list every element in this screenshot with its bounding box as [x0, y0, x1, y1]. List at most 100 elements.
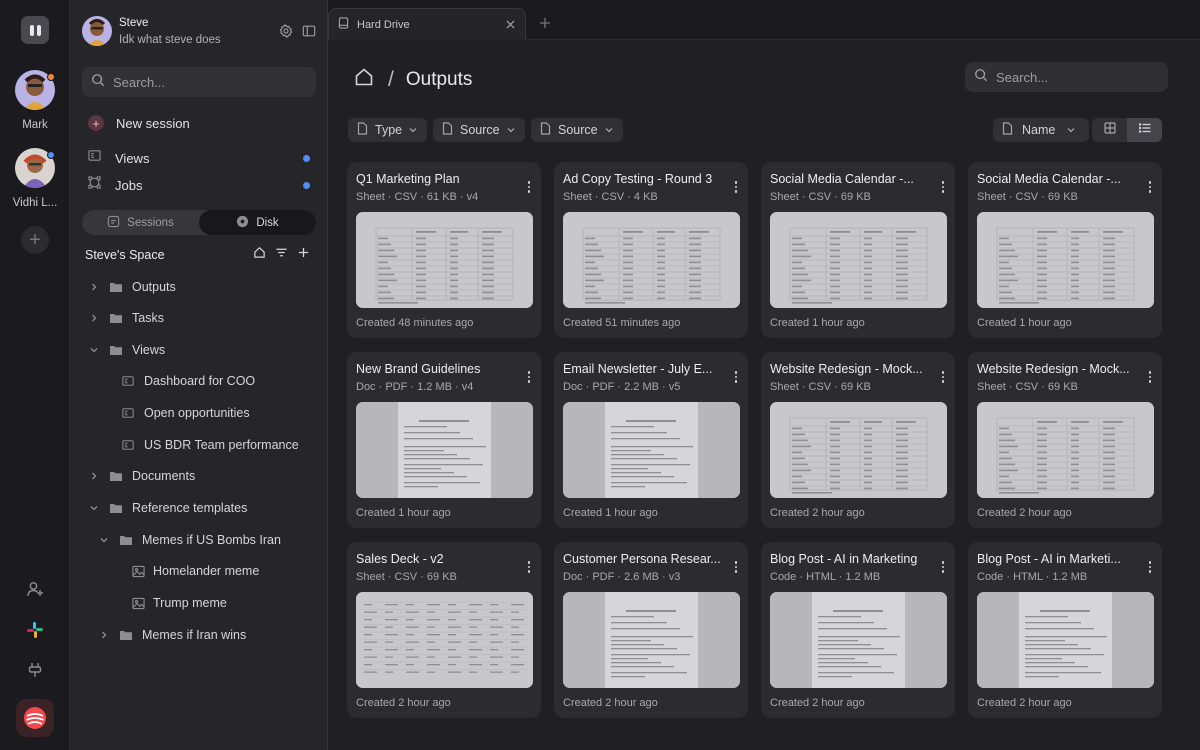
tree-folder-memes-iran[interactable]: Memes if Iran wins [98, 625, 246, 645]
sidebar-item-views[interactable]: Views [88, 149, 310, 167]
filter-source-2[interactable]: Source [531, 118, 623, 142]
filter-source[interactable]: Source [433, 118, 525, 142]
file-card[interactable]: Q1 Marketing Plan Sheet · CSV · 61 KB · … [347, 162, 541, 338]
more-options-icon[interactable] [1148, 561, 1152, 573]
file-card[interactable]: Customer Persona Resear... Doc · PDF · 2… [554, 542, 748, 718]
tree-view-us-bdr[interactable]: US BDR Team performance [122, 435, 299, 455]
tree-view-dashboard-coo[interactable]: Dashboard for COO [122, 371, 255, 391]
tab-disk[interactable]: Disk [199, 210, 316, 235]
file-card[interactable]: Social Media Calendar -... Sheet · CSV ·… [968, 162, 1162, 338]
profile-header[interactable]: Steve Idk what steve does [82, 16, 318, 50]
avatar[interactable] [82, 16, 112, 46]
main-search-input[interactable] [996, 69, 1156, 85]
app-logo[interactable] [21, 16, 49, 44]
file-card[interactable]: New Brand Guidelines Doc · PDF · 1.2 MB … [347, 352, 541, 528]
tab-sessions[interactable]: Sessions [82, 210, 199, 235]
file-preview-thumbnail[interactable] [356, 592, 533, 688]
file-preview-thumbnail[interactable] [977, 212, 1154, 308]
folder-icon [109, 344, 123, 356]
file-preview-thumbnail[interactable] [563, 592, 740, 688]
tree-folder-views[interactable]: Views [88, 340, 165, 360]
list-view-button[interactable] [1127, 118, 1162, 142]
slack-icon[interactable] [24, 619, 46, 641]
chevron-down-icon [507, 123, 515, 137]
tree-folder-documents[interactable]: Documents [88, 466, 195, 486]
new-session-label: New session [116, 115, 190, 131]
sort-dropdown[interactable]: Name [993, 118, 1089, 142]
more-options-icon[interactable] [1148, 181, 1152, 193]
tree-image-trump[interactable]: Trump meme [132, 593, 227, 613]
file-card[interactable]: Sales Deck - v2 Sheet · CSV · 69 KB Crea… [347, 542, 541, 718]
file-card[interactable]: Social Media Calendar -... Sheet · CSV ·… [761, 162, 955, 338]
file-card[interactable]: Blog Post - AI in Marketi... Code · HTML… [968, 542, 1162, 718]
more-options-icon[interactable] [527, 371, 531, 383]
file-card[interactable]: Blog Post - AI in Marketing Code · HTML … [761, 542, 955, 718]
avatar[interactable] [15, 148, 55, 188]
more-options-icon[interactable] [734, 371, 738, 383]
more-options-icon[interactable] [941, 371, 945, 383]
sidebar-toggle-icon[interactable] [302, 24, 316, 43]
rail-user-mark[interactable]: Mark [0, 70, 70, 131]
file-preview-thumbnail[interactable] [356, 402, 533, 498]
space-header: Steve's Space [85, 246, 310, 262]
main-search[interactable] [965, 62, 1168, 92]
tree-label: Views [132, 343, 166, 357]
tree-folder-tasks[interactable]: Tasks [88, 308, 164, 328]
home-icon[interactable] [354, 67, 374, 92]
avatar[interactable] [15, 70, 55, 110]
file-preview-thumbnail[interactable] [563, 402, 740, 498]
plug-icon[interactable] [24, 659, 46, 681]
file-card[interactable]: Email Newsletter - July E... Doc · PDF ·… [554, 352, 748, 528]
grid-view-button[interactable] [1092, 118, 1127, 142]
tree-folder-outputs[interactable]: Outputs [88, 277, 176, 297]
file-preview-thumbnail[interactable] [356, 212, 533, 308]
sidebar-search-input[interactable] [113, 74, 293, 90]
tree-image-homelander[interactable]: Homelander meme [132, 561, 259, 581]
sidebar-item-jobs[interactable]: Jobs [88, 176, 310, 194]
workspace-rail: Mark Vidhi L... + [0, 0, 70, 750]
brand-app-icon[interactable] [16, 699, 54, 737]
image-icon [132, 565, 145, 578]
chevron-down-icon [98, 536, 110, 544]
new-session-button[interactable]: + New session [88, 115, 310, 131]
file-card-meta: Sheet · CSV · 69 KB [770, 191, 871, 203]
more-options-icon[interactable] [941, 561, 945, 573]
more-options-icon[interactable] [941, 181, 945, 193]
file-card[interactable]: Ad Copy Testing - Round 3 Sheet · CSV · … [554, 162, 748, 338]
filter-type[interactable]: Type [348, 118, 428, 142]
more-options-icon[interactable] [527, 181, 531, 193]
tree-folder-reference-templates[interactable]: Reference templates [88, 498, 247, 518]
chevron-down-icon [88, 504, 100, 512]
more-options-icon[interactable] [734, 181, 738, 193]
status-dot [47, 73, 55, 81]
sidebar-search[interactable] [82, 67, 316, 97]
more-options-icon[interactable] [1148, 371, 1152, 383]
rail-user-vidhi[interactable]: Vidhi L... [0, 148, 70, 209]
add-icon[interactable] [297, 246, 310, 264]
file-card[interactable]: Website Redesign - Mock... Sheet · CSV ·… [968, 352, 1162, 528]
tree-view-open-opportunities[interactable]: Open opportunities [122, 403, 250, 423]
filter-icon[interactable] [275, 246, 288, 264]
new-tab-icon[interactable] [538, 16, 552, 30]
file-card-created: Created 2 hour ago [770, 507, 865, 519]
file-card[interactable]: Website Redesign - Mock... Sheet · CSV ·… [761, 352, 955, 528]
file-preview-thumbnail[interactable] [770, 592, 947, 688]
more-options-icon[interactable] [734, 561, 738, 573]
chevron-right-icon [98, 631, 110, 639]
file-preview-thumbnail[interactable] [770, 402, 947, 498]
close-icon[interactable] [503, 17, 517, 31]
tab-hard-drive[interactable]: Hard Drive [328, 8, 526, 40]
gear-icon[interactable] [279, 23, 293, 43]
tab-bar: Hard Drive [328, 0, 1200, 40]
file-preview-thumbnail[interactable] [770, 212, 947, 308]
file-preview-thumbnail[interactable] [977, 402, 1154, 498]
tree-folder-memes-us[interactable]: Memes if US Bombs Iran [98, 530, 281, 550]
add-user-icon[interactable] [24, 578, 46, 600]
file-preview-thumbnail[interactable] [563, 212, 740, 308]
home-icon[interactable] [253, 246, 266, 264]
file-preview-thumbnail[interactable] [977, 592, 1154, 688]
file-card-created: Created 51 minutes ago [563, 317, 681, 329]
more-options-icon[interactable] [527, 561, 531, 573]
tree-label: Tasks [132, 311, 164, 325]
add-workspace-button[interactable]: + [21, 226, 49, 254]
